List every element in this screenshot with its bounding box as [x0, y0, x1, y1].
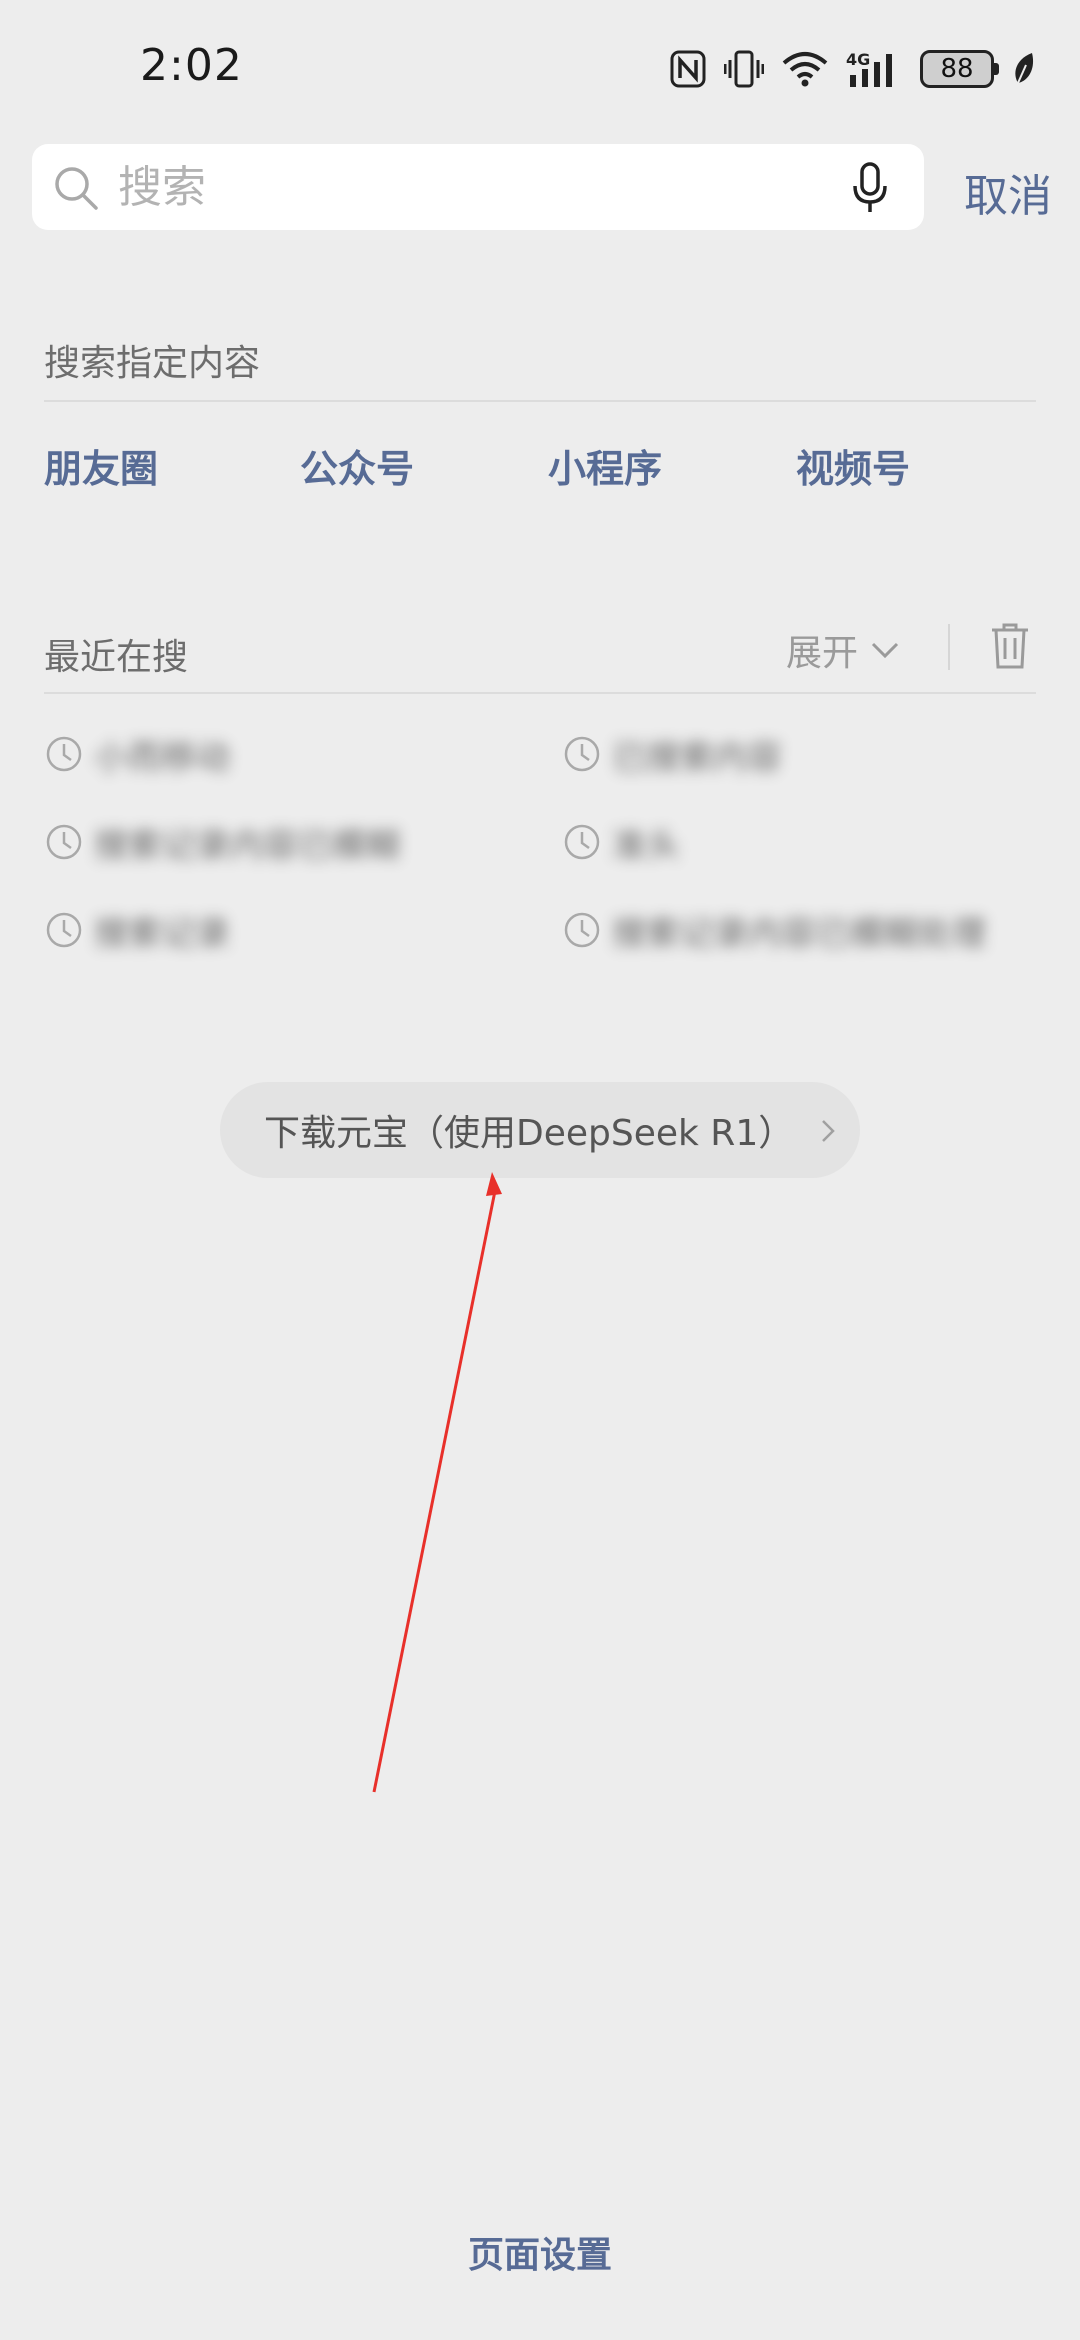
- download-yuanbao-label: 下载元宝（使用DeepSeek R1）: [264, 1113, 795, 1154]
- recent-item[interactable]: 搜索记录: [44, 900, 230, 960]
- nfc-icon: [670, 50, 706, 88]
- recent-searches-title: 最近在搜: [44, 637, 189, 678]
- expand-label: 展开: [786, 633, 859, 674]
- recent-item-text: 搜索记录内容已模糊处理: [612, 913, 986, 954]
- svg-text:4G: 4G: [846, 50, 870, 69]
- recent-item[interactable]: 搜索记录内容已模糊: [44, 812, 400, 872]
- search-input[interactable]: [118, 144, 838, 230]
- search-icon: [55, 167, 98, 210]
- clock-icon: [564, 824, 600, 860]
- category-mini-programs[interactable]: 小程序: [548, 438, 662, 493]
- microphone-icon[interactable]: [852, 162, 888, 214]
- vertical-separator: [948, 624, 950, 670]
- clock-icon: [46, 912, 82, 948]
- recent-item[interactable]: 小而移动: [44, 724, 230, 784]
- chevron-right-icon: [822, 1120, 835, 1142]
- signal-icon: 4G: [846, 50, 892, 87]
- wifi-icon: [782, 52, 828, 87]
- clock-icon: [564, 912, 600, 948]
- category-moments[interactable]: 朋友圈: [44, 438, 158, 493]
- chevron-down-icon: [871, 642, 899, 659]
- status-time: 2:02: [140, 40, 243, 91]
- divider: [44, 400, 1036, 402]
- category-channels[interactable]: 视频号: [796, 438, 910, 493]
- recent-item[interactable]: 已搜索内容: [562, 724, 782, 784]
- clock-icon: [46, 736, 82, 772]
- battery-level: 88: [940, 54, 974, 84]
- vibrate-icon: [724, 50, 764, 88]
- search-box[interactable]: [32, 144, 924, 230]
- recent-item[interactable]: 搜索记录内容已模糊处理: [562, 900, 986, 960]
- recent-item-text: 搜索记录内容已模糊: [94, 825, 400, 866]
- recent-item-text: 准头: [612, 825, 680, 866]
- expand-button[interactable]: 展开: [786, 624, 900, 676]
- search-row: 取消: [32, 144, 1052, 230]
- download-yuanbao-button[interactable]: 下载元宝（使用DeepSeek R1）: [220, 1082, 860, 1178]
- recent-item[interactable]: 准头: [562, 812, 680, 872]
- recent-item-text: 搜索记录: [94, 913, 230, 954]
- status-bar: 2:02 4G 88: [0, 0, 1080, 130]
- status-icons: 4G 88: [670, 46, 1036, 92]
- leaf-icon: [1015, 53, 1034, 84]
- recent-item-text: 小而移动: [94, 737, 230, 778]
- category-official-accounts[interactable]: 公众号: [300, 438, 414, 493]
- trash-icon[interactable]: [990, 622, 1030, 670]
- clock-icon: [564, 736, 600, 772]
- cancel-button[interactable]: 取消: [964, 160, 1052, 224]
- recent-item-text: 已搜索内容: [612, 737, 782, 778]
- page-settings-link[interactable]: 页面设置: [0, 2226, 1080, 2278]
- battery-icon: 88: [920, 50, 999, 88]
- divider: [44, 692, 1036, 694]
- clock-icon: [46, 824, 82, 860]
- specified-content-title: 搜索指定内容: [44, 343, 261, 384]
